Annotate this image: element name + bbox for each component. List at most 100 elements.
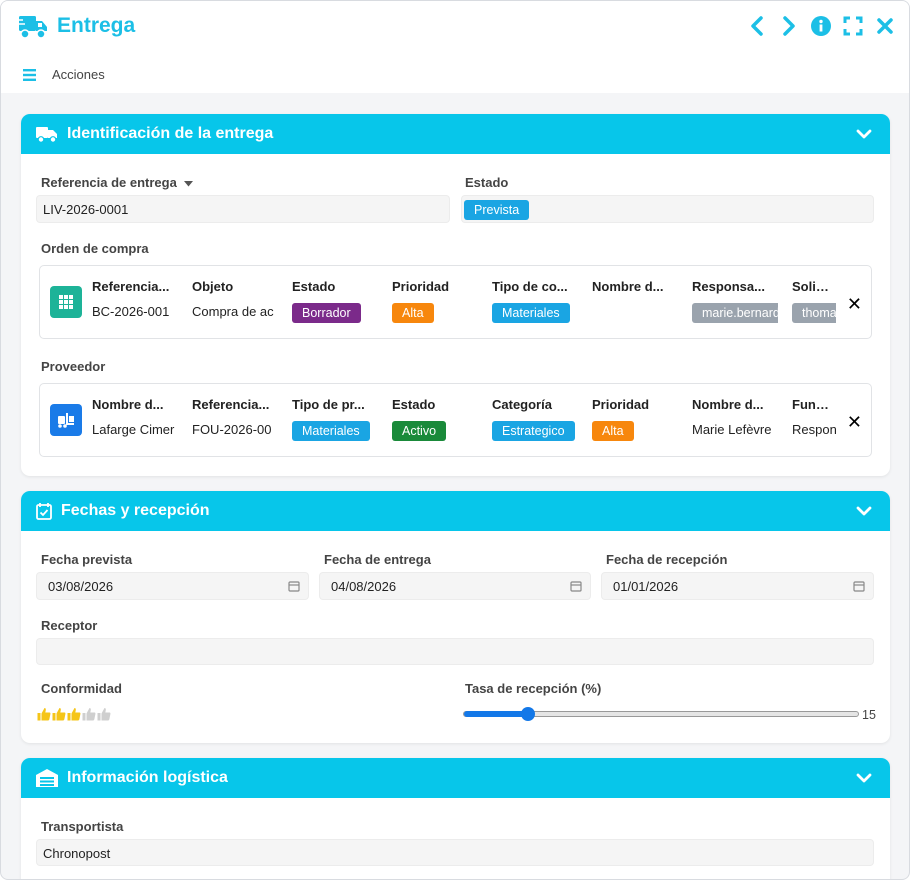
conformity-label: Conformidad [41, 681, 122, 696]
thumb-up-icon[interactable] [97, 707, 111, 721]
column-5: Prioridad Alta [592, 397, 676, 441]
slider-thumb[interactable] [521, 707, 536, 721]
column-header: Estado [292, 279, 336, 294]
chevron-left-icon [751, 16, 763, 36]
column-value: FOU-2026-00 [192, 422, 272, 437]
calendar-icon[interactable] [853, 580, 865, 592]
column-header: Objeto [192, 279, 234, 294]
column-badge: Materiales [292, 421, 370, 441]
supplier-tile [50, 404, 82, 436]
warehouse-icon [36, 769, 58, 787]
po-tile [50, 286, 82, 318]
previous-button[interactable] [747, 15, 767, 37]
column-header: Nombre d... [92, 397, 164, 412]
identification-title: Identificación de la entrega [67, 125, 274, 142]
column-header: Referencia... [192, 397, 270, 412]
reception-rate-slider[interactable] [463, 707, 859, 721]
column-value: Lafarge Cimer [92, 422, 175, 437]
column-2: Tipo de pr... Materiales [292, 397, 376, 441]
conformity-rating[interactable] [37, 707, 111, 721]
actions-label: Acciones [52, 67, 105, 82]
column-header: Nombre d... [692, 397, 764, 412]
chevron-down-icon [856, 129, 872, 139]
info-button[interactable] [811, 15, 831, 37]
thumb-up-icon[interactable] [37, 707, 51, 721]
chevron-down-icon [856, 506, 872, 516]
column-3: Estado Activo [392, 397, 476, 441]
remove-supplier-button[interactable]: ✕ [847, 412, 862, 433]
next-button[interactable] [779, 15, 799, 37]
window-header: Entrega Acciones [1, 1, 909, 93]
purchase-order-card[interactable]: Referencia... BC-2026-001 Objeto Compra de … [39, 265, 872, 339]
column-badge: marie.bernard [692, 303, 778, 323]
remove-po-button[interactable]: ✕ [847, 294, 862, 315]
calendar-check-icon [36, 503, 52, 520]
reception-rate-label: Tasa de recepción (%) [465, 681, 602, 696]
carrier-field[interactable]: Chronopost [36, 839, 874, 866]
column-badge: Estrategico [492, 421, 575, 441]
calendar-icon[interactable] [288, 580, 300, 592]
logistics-header[interactable]: Información logística [21, 758, 890, 798]
reception-date-field[interactable]: 01/01/2026 [601, 572, 874, 600]
thumb-up-icon[interactable] [52, 707, 66, 721]
column-header: Prioridad [592, 397, 650, 412]
identification-header[interactable]: Identificación de la entrega [21, 114, 890, 154]
hamburger-icon [23, 68, 36, 81]
delivery-date-label: Fecha de entrega [324, 552, 431, 567]
column-badge: Alta [592, 421, 634, 441]
truck-icon [36, 127, 57, 143]
slider-fill [464, 711, 528, 717]
column-3: Prioridad Alta [392, 279, 476, 323]
reference-label[interactable]: Referencia de entrega [41, 175, 194, 190]
column-header: Responsa... [692, 279, 765, 294]
close-icon [877, 18, 893, 34]
column-1: Objeto Compra de ac [192, 279, 276, 319]
column-1: Referencia... FOU-2026-00 [192, 397, 278, 437]
column-header: Solicitan [792, 279, 836, 294]
fullscreen-button[interactable] [843, 15, 863, 37]
reception-rate-value: 15 [862, 708, 876, 722]
column-header: Nombre d... [592, 279, 664, 294]
column-badge: Materiales [492, 303, 570, 323]
entrega-window: Entrega Acciones Identificación de la en… [0, 0, 910, 880]
actions-menu[interactable]: Acciones [23, 67, 105, 82]
logistics-card: Información logística Transportista Chro… [21, 758, 890, 879]
receiver-field[interactable] [36, 638, 874, 665]
column-6: Nombre d... Marie Lefèvre [692, 397, 776, 437]
column-value: Compra de ac [192, 304, 274, 319]
purchase-order-label: Orden de compra [41, 241, 149, 256]
info-icon [811, 16, 831, 36]
column-0: Referencia... BC-2026-001 [92, 279, 176, 319]
column-value: Marie Lefèvre [692, 422, 772, 437]
thumb-up-icon[interactable] [67, 707, 81, 721]
chevron-down-icon [856, 773, 872, 783]
forklift-icon [58, 413, 74, 428]
chevron-right-icon [783, 16, 795, 36]
grid-icon [59, 295, 73, 309]
column-2: Estado Borrador [292, 279, 376, 323]
caret-down-icon [184, 180, 194, 187]
column-header: Categoría [492, 397, 552, 412]
column-badge: Activo [392, 421, 447, 441]
column-header: Referencia... [92, 279, 170, 294]
delivery-date-field[interactable]: 04/08/2026 [319, 572, 591, 600]
column-value: Respon [792, 422, 836, 437]
column-4: Tipo de co... Materiales [492, 279, 576, 323]
close-button[interactable] [875, 15, 895, 37]
column-header: Tipo de co... [492, 279, 568, 294]
supplier-card[interactable]: Nombre d... Lafarge Cimer Referencia... FOU… [39, 383, 872, 457]
planned-date-field[interactable]: 03/08/2026 [36, 572, 309, 600]
column-0: Nombre d... Lafarge Cimer [92, 397, 176, 437]
planned-date-label: Fecha prevista [41, 552, 133, 567]
column-7: Solicitan thomas [792, 279, 836, 323]
dates-header[interactable]: Fechas y recepción [21, 491, 890, 531]
expand-icon [843, 16, 863, 36]
identification-card: Identificación de la entrega Referencia … [21, 114, 890, 476]
thumb-up-icon[interactable] [82, 707, 96, 721]
column-6: Responsa... marie.bernard [692, 279, 778, 323]
column-5: Nombre d... [592, 279, 676, 304]
reception-date-label: Fecha de recepción [606, 552, 728, 567]
status-field[interactable]: Prevista [461, 195, 874, 223]
calendar-icon[interactable] [570, 580, 582, 592]
reference-field[interactable]: LIV-2026-0001 [36, 195, 450, 223]
